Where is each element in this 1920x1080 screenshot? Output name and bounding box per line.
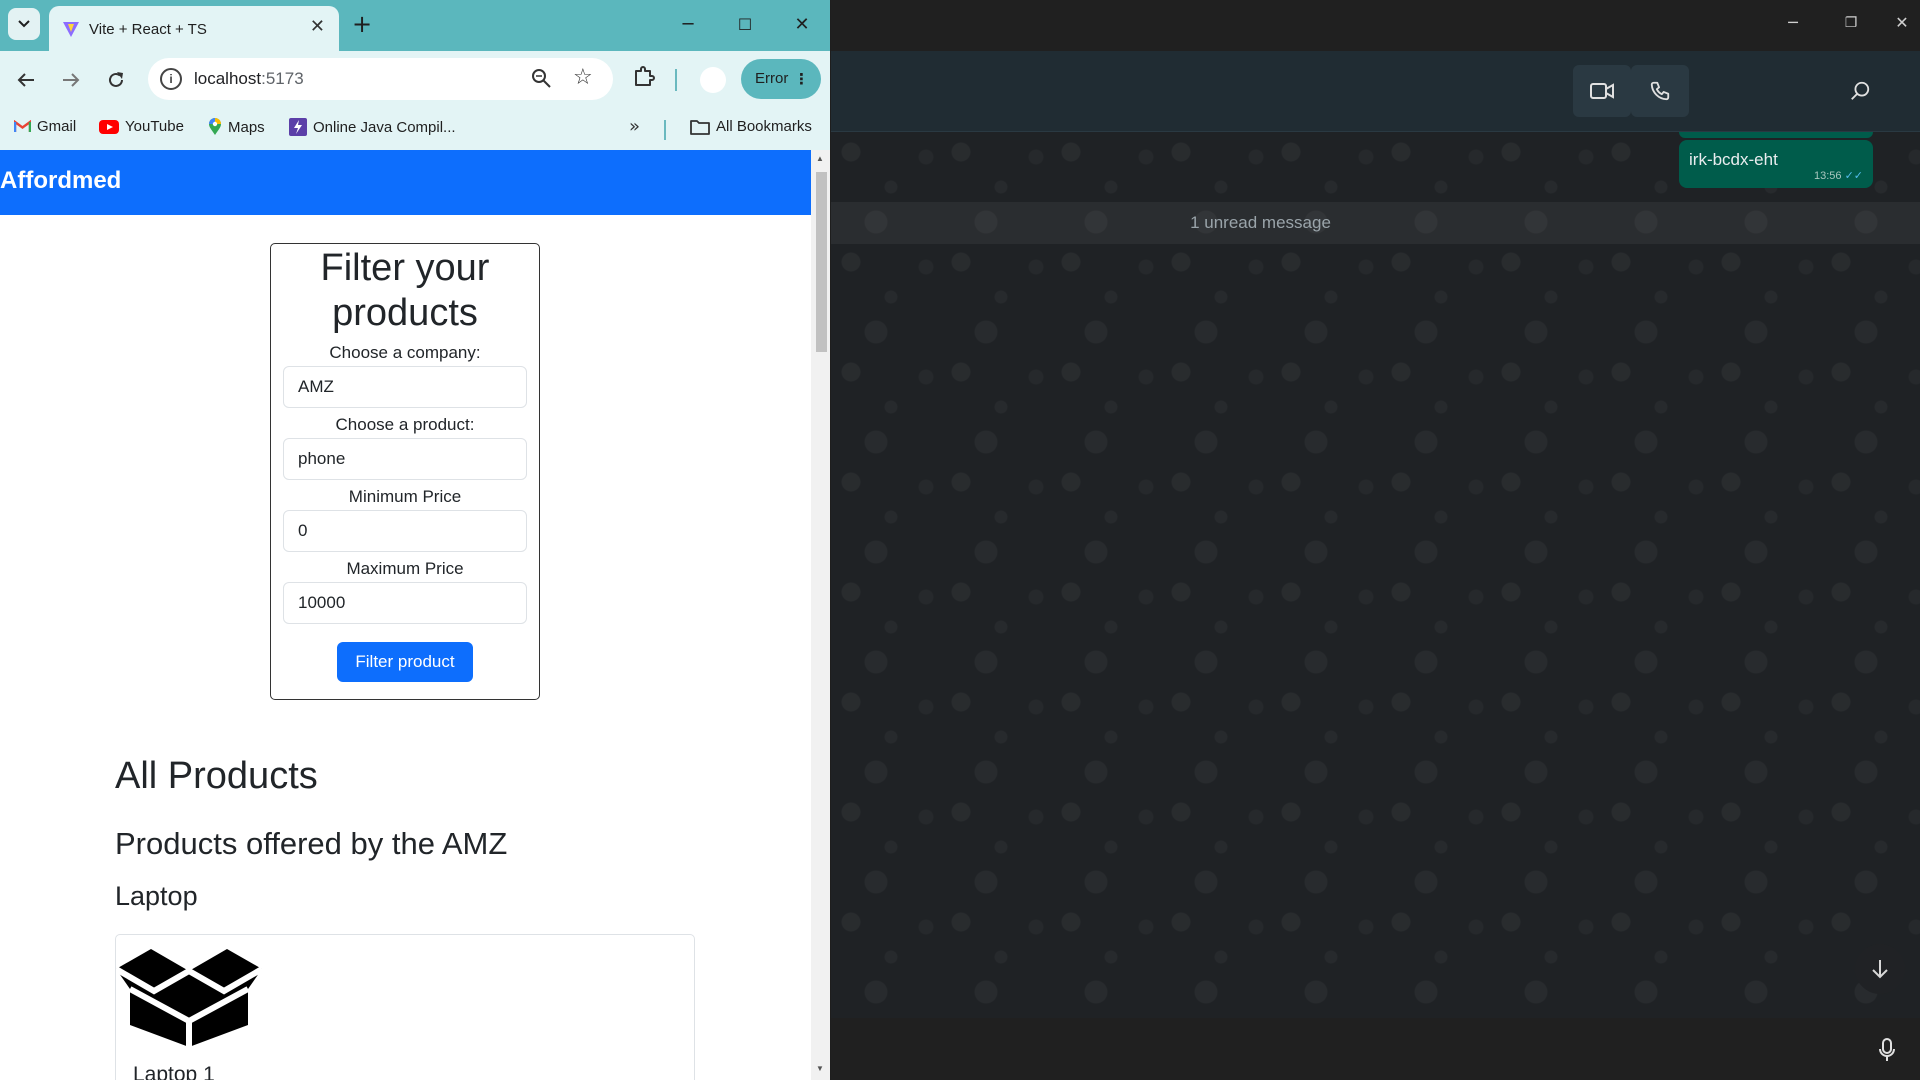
filter-form: Filter your products Choose a company: C… <box>270 243 540 700</box>
filter-product-button[interactable]: Filter product <box>337 642 473 682</box>
minimize-button[interactable]: ─ <box>668 10 708 40</box>
search-button[interactable] <box>1831 65 1889 117</box>
maps-pin-icon <box>209 118 221 135</box>
bookmark-label: Online Java Compil... <box>313 118 456 136</box>
search-icon <box>1851 81 1870 100</box>
gmail-icon <box>14 120 31 132</box>
kebab-menu-icon: ⋮ <box>794 70 809 88</box>
video-call-button[interactable] <box>1573 65 1631 117</box>
toolbar-divider <box>675 69 677 91</box>
unread-label: 1 unread message <box>1190 213 1331 232</box>
bookmark-gmail[interactable]: Gmail <box>14 118 76 135</box>
company-label: Choose a company: <box>329 343 481 362</box>
product-name: Laptop 1 <box>133 1063 215 1080</box>
close-window-button[interactable]: ✕ <box>782 10 822 40</box>
url-text[interactable]: localhost:5173 <box>194 69 304 89</box>
tab-search-button[interactable] <box>8 8 40 40</box>
read-check-icon: ✓✓ <box>1844 170 1863 182</box>
bookmark-label: Maps <box>228 118 265 136</box>
profile-avatar[interactable] <box>700 67 726 93</box>
composer-bar <box>831 1018 1920 1080</box>
product-label: Choose a product: <box>335 415 475 434</box>
filter-title: Filter your products <box>320 247 490 334</box>
error-menu-button[interactable]: Error ⋮ <box>741 59 821 99</box>
bookmark-youtube[interactable]: YouTube <box>99 118 184 135</box>
scroll-thumb[interactable] <box>816 172 827 352</box>
min-price-input[interactable] <box>283 510 527 552</box>
vite-favicon-icon <box>63 22 79 37</box>
site-info-icon[interactable]: i <box>160 68 182 90</box>
tab-active[interactable]: Vite + React + TS ✕ <box>49 6 339 51</box>
bookmark-label: All Bookmarks <box>716 118 812 135</box>
company-input[interactable] <box>283 366 527 408</box>
max-price-label: Maximum Price <box>346 559 464 578</box>
whatsapp-window: ─ ❐ ✕ irk-bcdx-eht 13:56 ✓✓ 1 unread mes… <box>831 0 1920 1080</box>
youtube-icon <box>99 119 119 134</box>
brand-logo[interactable]: Affordmed <box>0 167 121 195</box>
previous-message-bubble <box>1679 132 1873 138</box>
tab-strip: Vite + React + TS ✕ + ─ ☐ ✕ <box>0 0 830 51</box>
max-price-input[interactable] <box>283 582 527 624</box>
zoom-icon[interactable] <box>531 68 551 88</box>
product-card[interactable]: Laptop 1 <box>115 934 695 1080</box>
forward-button[interactable] <box>56 65 86 95</box>
scroll-down-arrow-icon[interactable]: ▼ <box>816 1064 824 1073</box>
bookmark-maps[interactable]: Maps <box>208 118 265 136</box>
open-box-icon <box>116 949 262 1047</box>
category-heading: Laptop <box>115 881 198 911</box>
bookmark-label: Gmail <box>37 118 77 135</box>
browser-toolbar: i localhost:5173 ☆ Error ⋮ <box>0 51 830 108</box>
microphone-icon[interactable] <box>1879 1038 1895 1062</box>
error-label: Error <box>755 70 789 87</box>
phone-icon <box>1650 81 1670 101</box>
close-button[interactable]: ✕ <box>1882 8 1920 38</box>
chevron-down-icon <box>18 20 30 28</box>
message-text: irk-bcdx-eht <box>1689 150 1778 169</box>
product-input[interactable] <box>283 438 527 480</box>
back-button[interactable] <box>11 65 41 95</box>
new-tab-button[interactable]: + <box>352 10 372 38</box>
chrome-window: Vite + React + TS ✕ + ─ ☐ ✕ i localhost:… <box>0 0 831 1080</box>
message-time: 13:56 ✓✓ <box>1813 170 1863 182</box>
min-price-label: Minimum Price <box>348 487 462 506</box>
bookmark-label: YouTube <box>125 118 184 135</box>
chat-area: irk-bcdx-eht 13:56 ✓✓ 1 unread message <box>831 132 1920 1018</box>
all-products-heading: All Products <box>115 755 318 797</box>
arrow-left-icon <box>17 73 34 87</box>
bookmarks-divider <box>664 120 666 140</box>
reload-button[interactable] <box>101 65 131 95</box>
page-scrollbar[interactable]: ▲ ▼ <box>811 150 830 1080</box>
maximize-button[interactable]: ☐ <box>725 10 765 40</box>
minimize-button[interactable]: ─ <box>1773 8 1813 38</box>
folder-icon <box>690 119 710 135</box>
scroll-up-arrow-icon[interactable]: ▲ <box>816 154 824 163</box>
unread-divider: 1 unread message <box>831 202 1920 244</box>
extensions-icon[interactable] <box>633 65 655 87</box>
message-bubble[interactable]: irk-bcdx-eht 13:56 ✓✓ <box>1679 140 1873 188</box>
page-viewport: Affordmed Filter your products Choose a … <box>0 150 811 1080</box>
arrow-down-icon <box>1872 960 1888 979</box>
restore-button[interactable]: ❐ <box>1831 8 1871 38</box>
more-bookmarks-icon[interactable]: » <box>629 116 640 137</box>
bookmarks-bar: Gmail YouTube Maps Online Java Compil...… <box>0 108 830 150</box>
bookmark-all-bookmarks[interactable]: All Bookmarks <box>690 118 812 135</box>
address-bar[interactable]: i localhost:5173 ☆ <box>148 58 613 100</box>
arrow-right-icon <box>63 73 80 87</box>
online-compiler-icon <box>289 118 307 136</box>
whatsapp-titlebar: ─ ❐ ✕ <box>831 0 1920 51</box>
bookmark-star-icon[interactable]: ☆ <box>573 65 593 90</box>
video-camera-icon <box>1590 83 1614 99</box>
offered-by-heading: Products offered by the AMZ <box>115 826 508 861</box>
chat-header <box>831 51 1920 132</box>
tab-title: Vite + React + TS <box>89 21 207 38</box>
bookmark-online-java[interactable]: Online Java Compil... <box>289 118 456 136</box>
voice-call-button[interactable] <box>1631 65 1689 117</box>
close-icon[interactable]: ✕ <box>310 16 325 37</box>
scroll-down-button[interactable] <box>1855 944 1905 994</box>
app-navbar: Affordmed <box>0 150 811 215</box>
reload-icon <box>109 72 123 87</box>
